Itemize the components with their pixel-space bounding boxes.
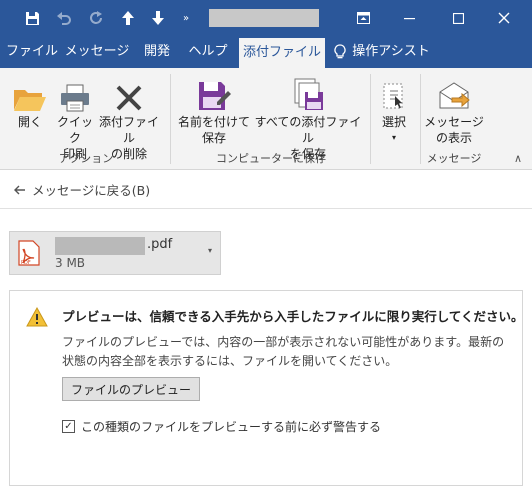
tab-file[interactable]: ファイル xyxy=(6,36,58,68)
preview-warning-panel: プレビューは、信頼できる入手先から入手したファイルに限り実行してください。 ファ… xyxy=(9,290,524,486)
tab-developer[interactable]: 開発 xyxy=(138,36,176,68)
quick-print-label-1: クイック xyxy=(56,115,93,145)
folder-open-icon xyxy=(14,90,46,111)
ribbon-separator xyxy=(170,74,171,164)
printer-icon xyxy=(61,84,89,112)
select-label: 選択 xyxy=(381,115,406,129)
save-as-label-1: 名前を付けて xyxy=(177,115,250,129)
close-icon[interactable] xyxy=(489,0,519,36)
back-to-message-link[interactable]: メッセージに戻る(B) xyxy=(14,180,150,199)
tab-tell-me[interactable]: 操作アシスト xyxy=(332,36,432,68)
lightbulb-icon xyxy=(334,44,346,59)
show-message-label-1: メッセージ xyxy=(424,115,484,129)
save-as-label-2: 保存 xyxy=(201,131,226,145)
group-label-save: コンピューターに保存 xyxy=(216,152,326,165)
divider xyxy=(0,208,532,209)
warning-title: プレビューは、信頼できる入手先から入手したファイルに限り実行してください。 xyxy=(62,309,524,324)
show-message-label-2: の表示 xyxy=(435,131,472,145)
collapse-ribbon-icon[interactable]: ∧ xyxy=(514,152,522,165)
delete-x-icon xyxy=(116,85,142,111)
pdf-file-icon: PDF xyxy=(18,240,40,266)
back-to-message-label: メッセージに戻る(B) xyxy=(32,183,151,198)
minimize-icon[interactable] xyxy=(394,0,424,36)
pdf-icon-text: PDF xyxy=(21,260,31,266)
arrow-up-icon[interactable] xyxy=(116,0,140,36)
open-button[interactable]: 開く xyxy=(8,72,52,130)
arrow-down-icon[interactable] xyxy=(146,0,170,36)
preview-file-button[interactable]: ファイルのプレビュー xyxy=(62,377,201,401)
select-button[interactable]: 選択 ▾ xyxy=(374,72,414,146)
ribbon-display-options-icon[interactable] xyxy=(349,0,377,36)
always-warn-option[interactable]: ✓ この種類のファイルをプレビューする前に必ず警告する xyxy=(62,418,381,435)
select-icon xyxy=(383,83,403,109)
attachment-name-redacted xyxy=(55,237,145,255)
attachment-size: 3 MB xyxy=(55,256,86,270)
tab-help[interactable]: ヘルプ xyxy=(184,36,232,68)
arrow-left-icon xyxy=(14,185,25,194)
save-all-attachments-button[interactable]: すべての添付ファイル を保存 xyxy=(250,72,366,162)
tab-tell-me-label: 操作アシスト xyxy=(352,44,430,59)
show-message-button[interactable]: メッセージ の表示 xyxy=(424,72,484,146)
open-label: 開く xyxy=(17,115,42,129)
attachment-dropdown-icon[interactable]: ▾ xyxy=(208,246,212,255)
attachment-name-extension: .pdf xyxy=(147,237,173,252)
customize-toolbar-icon[interactable]: » xyxy=(176,0,196,36)
undo-icon[interactable] xyxy=(52,0,76,36)
title-bar: » xyxy=(0,0,532,36)
save-as-icon xyxy=(199,82,231,110)
ribbon-separator xyxy=(370,74,371,164)
save-all-label-1: すべての添付ファイル xyxy=(254,115,362,145)
envelope-arrow-icon xyxy=(439,82,470,109)
remove-attachment-label-1: 添付ファイル xyxy=(98,115,159,145)
maximize-icon[interactable] xyxy=(443,0,473,36)
save-all-icon xyxy=(294,78,323,110)
ribbon: 開く クイック 印刷 添付ファイル の削除 アクション 名前を付けて 保存 すべ… xyxy=(0,68,532,170)
tab-attachments[interactable]: 添付ファイル xyxy=(239,38,325,68)
tab-message[interactable]: メッセージ xyxy=(64,36,130,68)
group-label-actions: アクション xyxy=(58,152,114,165)
ribbon-separator xyxy=(420,74,421,164)
quick-print-button[interactable]: クイック 印刷 xyxy=(54,72,96,162)
remove-attachment-button[interactable]: 添付ファイル の削除 xyxy=(94,72,164,162)
attachment-item[interactable]: PDF .pdf 3 MB ▾ xyxy=(9,231,221,275)
group-label-message: メッセージ xyxy=(426,152,482,165)
warning-body: ファイルのプレビューでは、内容の一部が表示されない可能性があります。最新の状態の… xyxy=(62,335,505,368)
always-warn-checkbox[interactable]: ✓ xyxy=(62,420,75,433)
window-title-redacted xyxy=(209,9,319,27)
redo-icon[interactable] xyxy=(84,0,108,36)
select-dropdown-icon: ▾ xyxy=(391,133,396,142)
always-warn-label: この種類のファイルをプレビューする前に必ず警告する xyxy=(81,420,382,434)
save-as-button[interactable]: 名前を付けて 保存 xyxy=(176,72,252,146)
save-icon[interactable] xyxy=(20,0,44,36)
warning-icon xyxy=(26,307,48,327)
ribbon-tabs: ファイル メッセージ 開発 ヘルプ 添付ファイル 操作アシスト xyxy=(0,36,532,68)
